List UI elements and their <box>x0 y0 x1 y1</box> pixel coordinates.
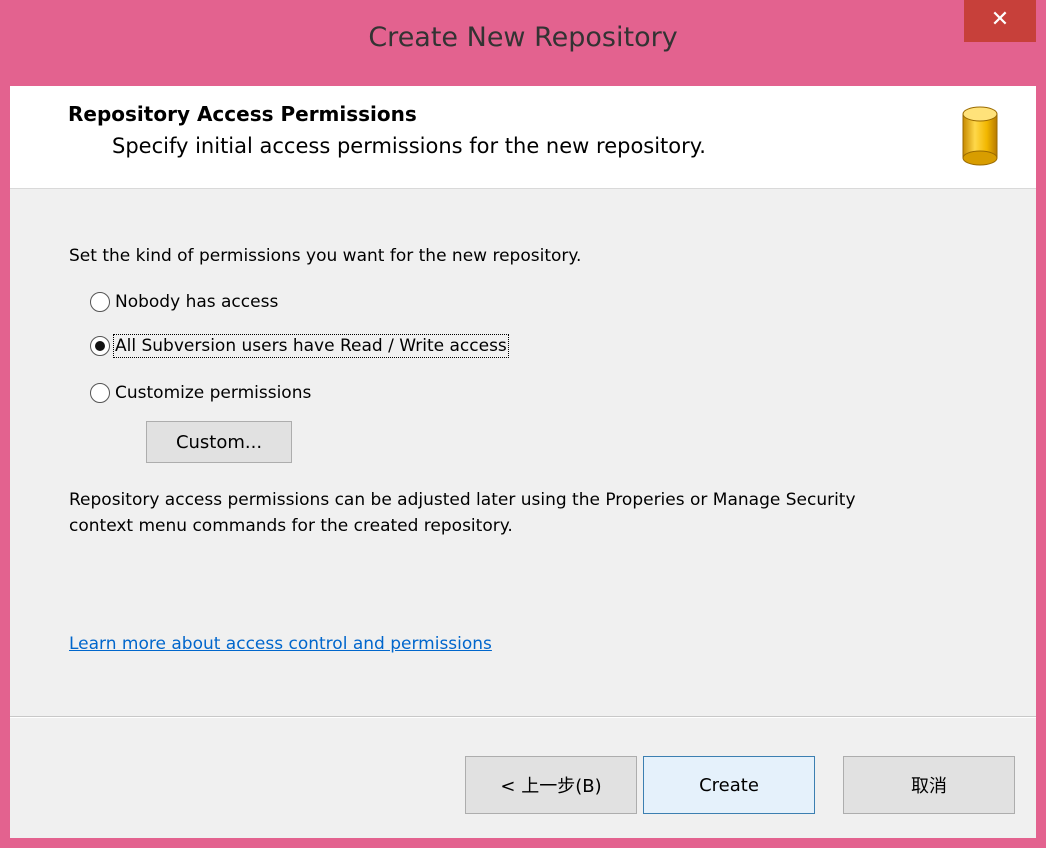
cancel-button[interactable]: 取消 <box>843 756 1015 814</box>
footer-divider-highlight <box>10 717 1036 718</box>
dialog-body: Repository Access Permissions Specify in… <box>10 86 1036 838</box>
create-button[interactable]: Create <box>643 756 815 814</box>
wizard-header: Repository Access Permissions Specify in… <box>10 86 1036 189</box>
learn-more-link[interactable]: Learn more about access control and perm… <box>69 634 492 654</box>
radio-label: All Subversion users have Read / Write a… <box>113 334 509 358</box>
database-icon <box>962 106 998 166</box>
close-button[interactable]: ✕ <box>964 0 1036 42</box>
radio-nobody-access[interactable]: Nobody has access <box>90 288 278 316</box>
radio-customize-permissions[interactable]: Customize permissions <box>90 379 311 407</box>
radio-label: Nobody has access <box>115 292 279 312</box>
radio-label: Customize permissions <box>115 383 312 403</box>
window-title: Create New Repository <box>368 22 678 53</box>
dialog-window: Create New Repository ✕ Repository Acces… <box>0 0 1046 848</box>
note-line-1: Repository access permissions can be adj… <box>69 490 856 510</box>
title-bar[interactable]: Create New Repository ✕ <box>0 0 1046 86</box>
radio-button[interactable] <box>90 383 110 403</box>
custom-button[interactable]: Custom... <box>146 421 292 463</box>
instruction-text: Set the kind of permissions you want for… <box>69 246 582 266</box>
radio-all-users-read-write[interactable]: All Subversion users have Read / Write a… <box>90 332 509 360</box>
radio-button[interactable] <box>90 336 110 356</box>
radio-button[interactable] <box>90 292 110 312</box>
close-icon: ✕ <box>990 7 1010 32</box>
back-button[interactable]: < 上一步(B) <box>465 756 637 814</box>
page-title: Repository Access Permissions <box>68 102 417 126</box>
note-line-2: context menu commands for the created re… <box>69 516 513 536</box>
page-subtitle: Specify initial access permissions for t… <box>112 134 706 158</box>
